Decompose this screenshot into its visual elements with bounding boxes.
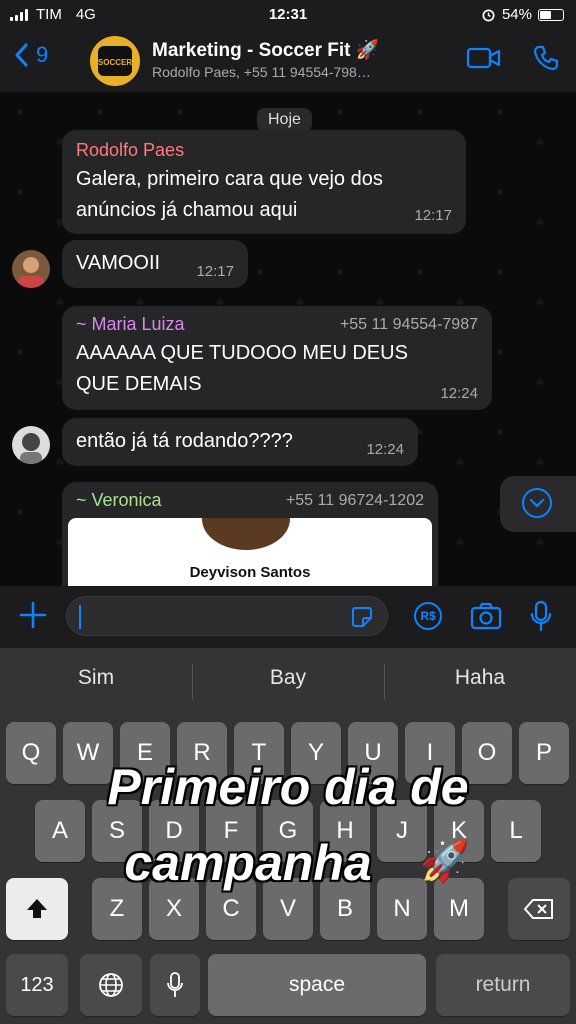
sender-avatar[interactable] (12, 250, 50, 288)
message-bubble[interactable]: ~ Maria Luiza +55 11 94554-7987 AAAAAA Q… (62, 306, 492, 410)
battery-icon (538, 8, 564, 21)
message-text: então já tá rodando???? (76, 430, 293, 452)
return-key[interactable]: return (436, 954, 570, 1016)
scroll-down-button[interactable] (500, 476, 576, 532)
chat-subtitle[interactable]: Rodolfo Paes, +55 11 94554-798… (152, 64, 371, 80)
plus-icon[interactable] (18, 600, 48, 630)
battery-percent: 54% (501, 6, 532, 23)
caption-line-1: Primeiro dia de (107, 759, 469, 815)
keyboard: Sim Bay Haha QWERTYUIOP ASDFGHJKL ZXCVBN… (0, 648, 576, 1024)
message-sender: ~ Maria Luiza (76, 314, 185, 334)
message-bubble[interactable]: Rodolfo Paes Galera, primeiro cara que v… (62, 130, 466, 234)
chat-title[interactable]: Marketing - Soccer Fit 🚀 (152, 38, 379, 62)
suggestion-2[interactable]: Bay (192, 666, 384, 690)
space-key[interactable]: space (208, 954, 426, 1016)
sticker-icon[interactable] (351, 606, 373, 628)
microphone-icon[interactable] (530, 600, 552, 632)
phone-call-icon[interactable] (532, 44, 560, 72)
alarm-icon (482, 9, 495, 22)
globe-key[interactable] (80, 954, 142, 1016)
message-sender: Rodolfo Paes (76, 140, 185, 160)
group-avatar[interactable]: SOCCER (90, 36, 140, 86)
message-text: AAAAAA QUE TUDOOO MEU DEUS QUE DEMAIS (76, 342, 408, 395)
composer-bar: R$ (0, 586, 576, 648)
message-list[interactable]: Hoje Rodolfo Paes Galera, primeiro cara … (0, 92, 576, 586)
dictation-key[interactable] (150, 954, 200, 1016)
unread-count: 9 (36, 42, 49, 67)
date-pill: Hoje (257, 108, 312, 132)
sender-phone: +55 11 96724-1202 (285, 492, 424, 509)
message-text: Galera, primeiro cara que vejo dos anúnc… (76, 168, 383, 221)
chat-header: 9 SOCCER Marketing - Soccer Fit 🚀 Rodolf… (0, 30, 576, 93)
suggestion-3[interactable]: Haha (384, 666, 576, 690)
svg-text:SOCCER: SOCCER (98, 58, 132, 67)
message-text: VAMOOII (76, 252, 161, 274)
message-time: 12:17 (196, 263, 234, 280)
chevron-left-icon (15, 43, 28, 67)
rocket-icon: 🚀 (420, 840, 470, 884)
payment-icon[interactable]: R$ (414, 602, 442, 630)
globe-icon (99, 973, 123, 997)
logo-icon: SOCCER (98, 46, 132, 76)
chevron-down-icon (522, 488, 552, 518)
message-sender: ~ Veronica (76, 490, 162, 510)
text-caret (79, 605, 81, 629)
suggestion-1[interactable]: Sim (0, 666, 192, 690)
attachment-caption: Deyvison Santos (189, 564, 311, 581)
message-time: 12:24 (440, 385, 478, 402)
sender-avatar[interactable] (12, 426, 50, 464)
camera-icon[interactable] (470, 602, 502, 630)
shift-icon (27, 899, 47, 918)
message-time: 12:24 (366, 441, 404, 458)
image-attachment[interactable]: Deyvison Santos (68, 518, 432, 586)
microphone-icon (167, 972, 183, 997)
backspace-icon (523, 899, 553, 919)
message-bubble[interactable]: VAMOOII 12:17 (62, 240, 248, 288)
message-input[interactable] (66, 596, 388, 636)
back-button[interactable]: 9 (14, 42, 48, 68)
message-time: 12:17 (414, 207, 452, 224)
message-bubble[interactable]: então já tá rodando???? 12:24 (62, 418, 418, 466)
numbers-key[interactable]: 123 (6, 954, 68, 1016)
sender-phone: +55 11 94554-7987 (339, 316, 478, 333)
status-bar: TIM 4G 12:31 54% (0, 0, 576, 30)
profile-photo (202, 518, 290, 550)
video-call-icon[interactable] (466, 46, 502, 70)
